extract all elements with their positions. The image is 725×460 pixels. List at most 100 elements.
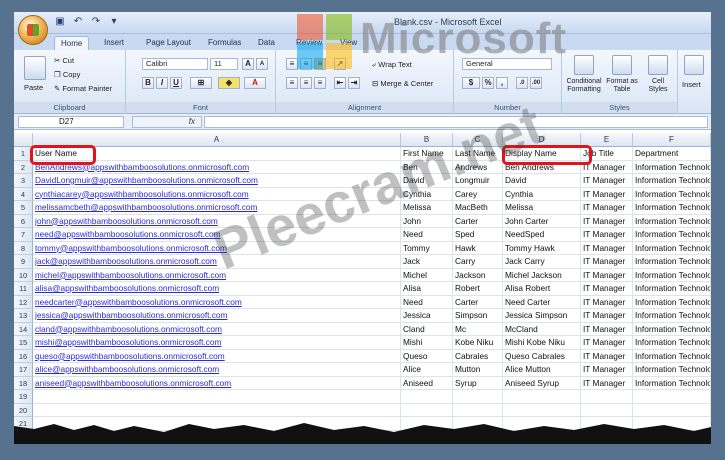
table-cell[interactable]: Tommy [401, 241, 453, 255]
table-cell[interactable]: Syrup [453, 376, 503, 390]
table-cell[interactable]: Information Technology [633, 376, 711, 390]
format-painter-button[interactable]: ✎ Format Painter [54, 84, 112, 93]
table-cell[interactable]: Simpson [453, 309, 503, 323]
table-cell[interactable]: Cland [401, 322, 453, 336]
table-cell[interactable]: Mishi [401, 336, 453, 350]
increase-indent-icon[interactable]: ⇥ [348, 77, 360, 89]
table-cell[interactable]: Information Technology [633, 187, 711, 201]
undo-icon[interactable]: ↶ [72, 16, 84, 28]
table-cell[interactable]: Carter [453, 214, 503, 228]
tab-data[interactable]: Data [252, 36, 281, 50]
table-cell[interactable]: Information Technology [633, 322, 711, 336]
table-cell[interactable]: Melissa [503, 201, 581, 215]
decrease-indent-icon[interactable]: ⇤ [334, 77, 346, 89]
fill-color-icon[interactable]: ◈ [218, 77, 240, 89]
insert-cells-button[interactable]: Insert [682, 80, 701, 89]
table-cell[interactable]: IT Manager [581, 160, 633, 174]
table-cell[interactable]: Alisa Robert [503, 282, 581, 296]
table-cell[interactable]: IT Manager [581, 363, 633, 377]
table-cell[interactable]: needcarter@appswithbamboosolutions.onmic… [33, 295, 401, 309]
table-cell[interactable]: IT Manager [581, 295, 633, 309]
table-cell[interactable] [581, 390, 633, 404]
conditional-formatting-button[interactable]: Conditional Formatting [562, 78, 606, 94]
table-cell[interactable]: Aniseed [401, 376, 453, 390]
table-cell[interactable] [633, 390, 711, 404]
row-header[interactable]: 11 [14, 282, 33, 296]
row-header[interactable]: 4 [14, 187, 33, 201]
column-header-e[interactable]: E [581, 133, 633, 147]
table-cell[interactable]: cland@appswithbamboosolutions.onmicrosof… [33, 322, 401, 336]
align-right-icon[interactable]: ≡ [314, 77, 326, 89]
font-color-icon[interactable]: A [244, 77, 266, 89]
row-header[interactable]: 12 [14, 295, 33, 309]
table-cell[interactable]: alice@appswithbamboosolutions.onmicrosof… [33, 363, 401, 377]
table-cell[interactable]: aniseed@appswithbamboosolutions.onmicros… [33, 376, 401, 390]
table-cell[interactable]: Information Technology [633, 214, 711, 228]
borders-icon[interactable]: ⊞ [190, 77, 212, 89]
table-cell[interactable]: IT Manager [581, 309, 633, 323]
table-cell[interactable]: Cynthia [503, 187, 581, 201]
tab-page-layout[interactable]: Page Layout [140, 36, 197, 50]
table-cell[interactable]: Alisa [401, 282, 453, 296]
dropdown-icon[interactable]: ▾ [108, 16, 120, 28]
increase-decimal-icon[interactable]: .0 [516, 77, 528, 89]
header-cell[interactable]: Job Title [581, 147, 633, 161]
table-cell[interactable]: IT Manager [581, 174, 633, 188]
table-cell[interactable] [453, 390, 503, 404]
align-left-icon[interactable]: ≡ [286, 77, 298, 89]
table-cell[interactable]: Mishi Kobe Niku [503, 336, 581, 350]
table-cell[interactable] [33, 390, 401, 404]
table-cell[interactable]: Jessica [401, 309, 453, 323]
table-cell[interactable]: Hawk [453, 241, 503, 255]
table-cell[interactable] [581, 403, 633, 417]
currency-button[interactable]: $ [462, 77, 480, 89]
table-cell[interactable]: Jessica Simpson [503, 309, 581, 323]
table-cell[interactable]: Information Technology [633, 255, 711, 269]
header-cell[interactable]: User Name [33, 147, 401, 161]
underline-icon[interactable]: U [170, 77, 182, 89]
table-cell[interactable]: Robert [453, 282, 503, 296]
percent-button[interactable]: % [482, 77, 494, 89]
table-cell[interactable]: IT Manager [581, 201, 633, 215]
table-cell[interactable]: Jack Carry [503, 255, 581, 269]
select-all-corner[interactable] [14, 133, 33, 147]
table-cell[interactable]: IT Manager [581, 255, 633, 269]
align-center-icon[interactable]: ≡ [300, 77, 312, 89]
conditional-formatting-icon[interactable] [574, 55, 594, 75]
row-header[interactable]: 3 [14, 174, 33, 188]
table-cell[interactable]: IT Manager [581, 282, 633, 296]
table-cell[interactable]: IT Manager [581, 376, 633, 390]
table-cell[interactable] [401, 390, 453, 404]
table-cell[interactable]: Michel [401, 268, 453, 282]
table-cell[interactable]: IT Manager [581, 241, 633, 255]
tab-insert[interactable]: Insert [98, 36, 130, 50]
row-header[interactable]: 6 [14, 214, 33, 228]
table-cell[interactable]: Mc [453, 322, 503, 336]
table-cell[interactable]: IT Manager [581, 336, 633, 350]
table-cell[interactable]: MacBeth [453, 201, 503, 215]
table-cell[interactable]: jessica@appswithbamboosolutions.onmicros… [33, 309, 401, 323]
table-cell[interactable]: John Carter [503, 214, 581, 228]
paste-button[interactable]: Paste [24, 83, 43, 92]
format-as-table-button[interactable]: Format as Table [604, 78, 640, 94]
tab-home[interactable]: Home [54, 36, 90, 50]
row-header[interactable]: 10 [14, 268, 33, 282]
copy-button[interactable]: ❐ Copy [54, 70, 80, 79]
row-header[interactable]: 19 [14, 390, 33, 404]
table-cell[interactable]: Need [401, 228, 453, 242]
table-cell[interactable]: IT Manager [581, 349, 633, 363]
table-cell[interactable]: queso@appswithbamboosolutions.onmicrosof… [33, 349, 401, 363]
table-cell[interactable]: Tommy Hawk [503, 241, 581, 255]
table-cell[interactable]: Information Technology [633, 295, 711, 309]
row-header[interactable]: 9 [14, 255, 33, 269]
table-cell[interactable]: Information Technology [633, 241, 711, 255]
font-size-select[interactable]: 11 [210, 58, 238, 70]
table-cell[interactable]: NeedSped [503, 228, 581, 242]
table-cell[interactable]: Alice [401, 363, 453, 377]
insert-function-button[interactable]: fx [132, 116, 202, 128]
bold-icon[interactable]: B [142, 77, 154, 89]
table-cell[interactable]: Jackson [453, 268, 503, 282]
row-header[interactable]: 16 [14, 349, 33, 363]
redo-icon[interactable]: ↷ [90, 16, 102, 28]
font-name-select[interactable]: Calibri [142, 58, 208, 70]
